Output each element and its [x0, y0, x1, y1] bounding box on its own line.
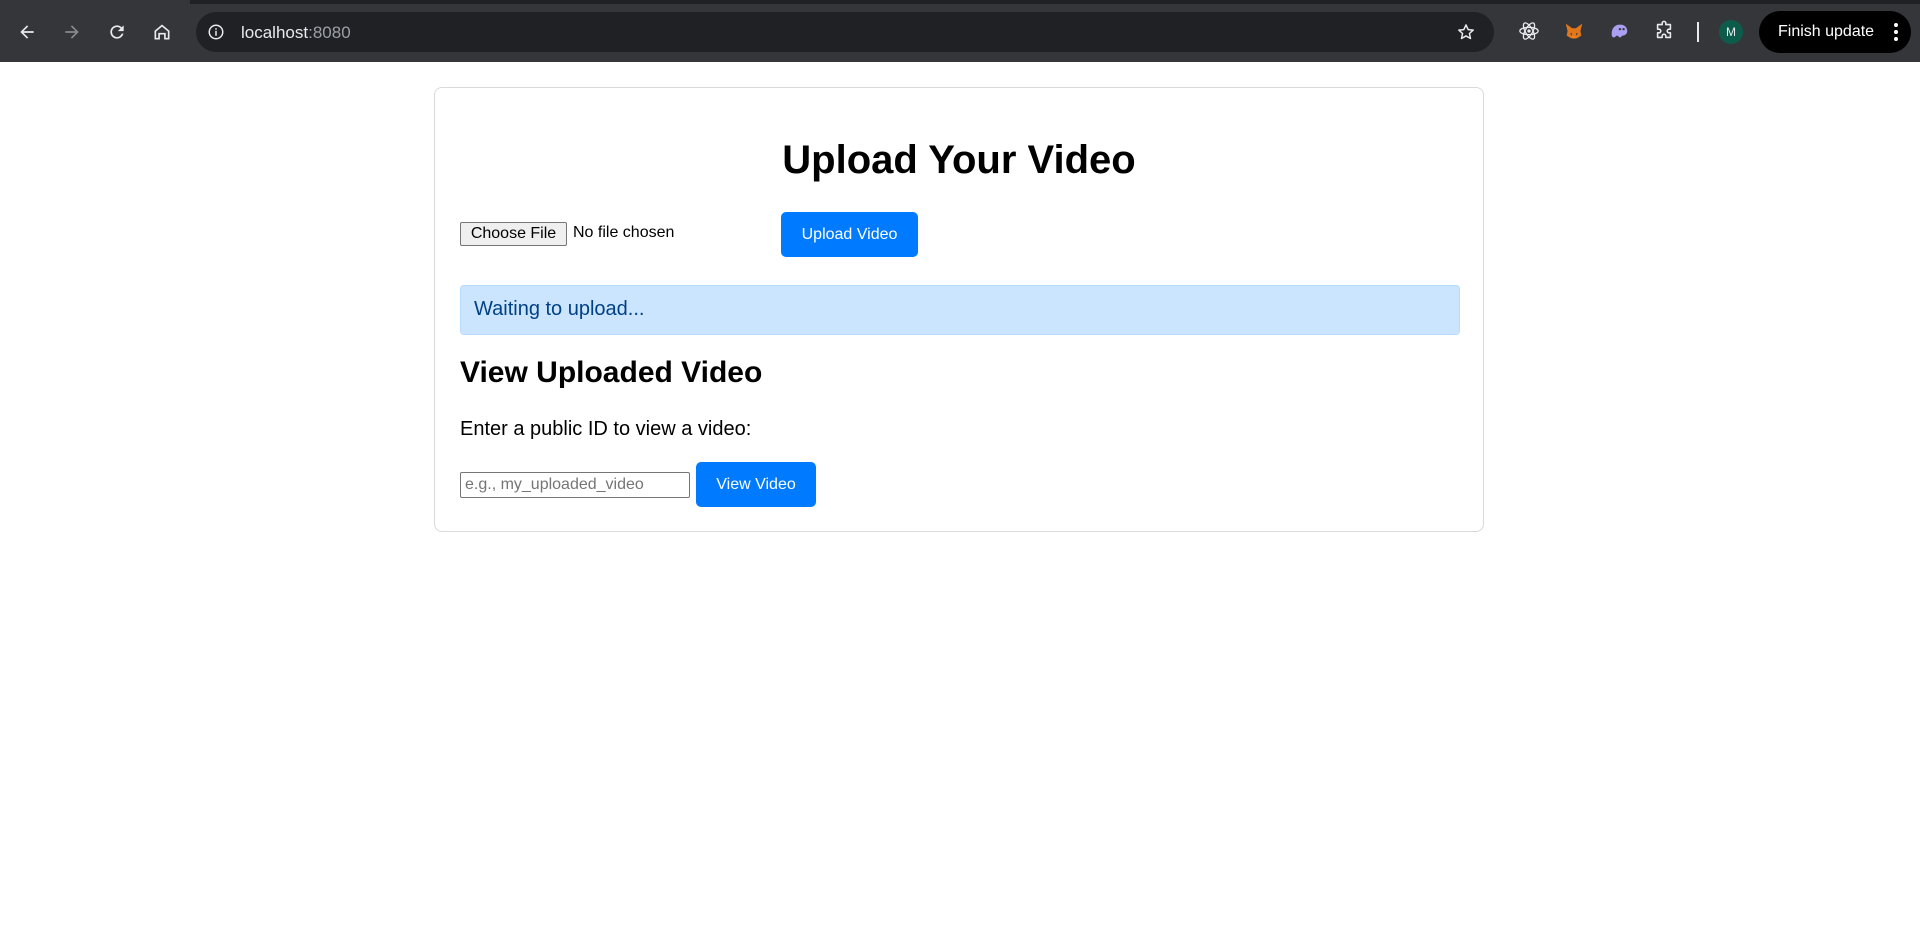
ghost-extension-icon[interactable]: [1606, 18, 1632, 44]
status-message: Waiting to upload...: [460, 285, 1460, 335]
site-info-icon[interactable]: [206, 22, 226, 42]
forward-button[interactable]: [54, 14, 90, 50]
finish-update-label: Finish update: [1778, 23, 1875, 40]
tab-strip: [0, 0, 1920, 4]
metamask-fox-icon[interactable]: [1561, 18, 1587, 44]
arrow-left-icon: [20, 25, 34, 39]
finish-update-button[interactable]: Finish update: [1759, 11, 1911, 53]
puzzle-extensions-icon[interactable]: [1651, 18, 1677, 44]
upload-video-button[interactable]: Upload Video: [781, 212, 918, 257]
url-host: localhost: [241, 23, 309, 42]
view-video-button[interactable]: View Video: [696, 462, 816, 507]
view-section-heading: View Uploaded Video: [460, 356, 763, 389]
home-icon: [154, 24, 170, 40]
browser-toolbar: localhost:8080 M Finish update: [0, 0, 1920, 62]
public-id-prompt: Enter a public ID to view a video:: [460, 418, 752, 440]
back-button[interactable]: [9, 14, 45, 50]
upload-card: Upload Your Video Choose File No file ch…: [434, 87, 1484, 532]
bookmark-star-icon[interactable]: [1456, 22, 1476, 42]
more-vert-icon[interactable]: [1893, 23, 1899, 41]
url-text[interactable]: localhost:8080: [241, 23, 351, 43]
profile-avatar[interactable]: M: [1719, 20, 1743, 44]
home-button[interactable]: [144, 14, 180, 50]
page-title: Upload Your Video: [782, 138, 1136, 182]
public-id-input[interactable]: [460, 472, 690, 498]
toolbar-separator: [1697, 22, 1699, 42]
address-bar[interactable]: localhost:8080: [196, 12, 1494, 52]
active-tab-edge[interactable]: [0, 0, 190, 4]
file-status-text: No file chosen: [573, 224, 675, 241]
reload-button[interactable]: [99, 14, 135, 50]
url-port: :8080: [308, 23, 351, 42]
react-devtools-icon[interactable]: [1516, 18, 1542, 44]
reload-icon: [110, 25, 124, 39]
arrow-right-icon: [65, 25, 79, 39]
choose-file-button[interactable]: Choose File: [460, 222, 567, 246]
